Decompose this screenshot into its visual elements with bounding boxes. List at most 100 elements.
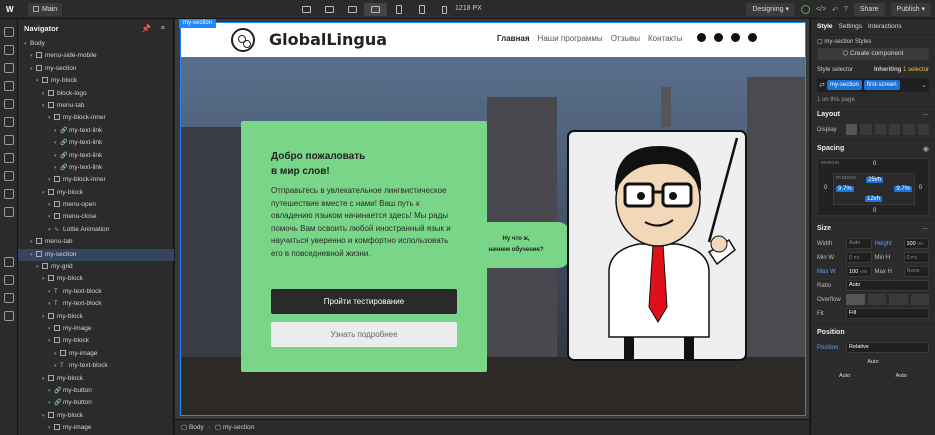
max-width-input[interactable]: 100 VW (846, 266, 872, 277)
padding-bottom-value[interactable]: 12vh (865, 196, 883, 202)
height-unit[interactable]: VH (917, 241, 923, 246)
overflow-visible-icon[interactable] (846, 294, 865, 305)
navigator-item[interactable]: ▾ menu-tab (18, 100, 174, 112)
navigator-item[interactable]: ▾ 🔗 my-button (18, 397, 174, 409)
telegram-icon[interactable] (697, 33, 706, 42)
position-section-title[interactable]: Position (811, 324, 935, 340)
navigator-item[interactable]: ▾ my-block-inner (18, 112, 174, 124)
spacing-section-title[interactable]: Spacing ◉ (811, 140, 935, 156)
code-icon[interactable]: </> (816, 6, 826, 13)
navigator-item[interactable]: ▾ my-image (18, 323, 174, 335)
more-icon[interactable]: ⋯ (922, 111, 929, 119)
navigator-item[interactable]: ▾ my-block (18, 75, 174, 87)
navigator-item[interactable]: ▾ my-block (18, 187, 174, 199)
navigator-item[interactable]: ▾ menu-close (18, 211, 174, 223)
navigator-item[interactable]: ▾ 🔗 my-text-link (18, 162, 174, 174)
margin-top-value[interactable]: 0 (873, 161, 876, 167)
close-icon[interactable]: × (161, 23, 165, 32)
publish-button[interactable]: Publish ▾ (890, 3, 931, 16)
navigator-item[interactable]: ▾ my-image (18, 422, 174, 434)
navigator-item[interactable]: ▾ 🔗 my-text-link (18, 150, 174, 162)
min-height-input[interactable]: 0 PX (903, 252, 929, 263)
pin-icon[interactable]: 📌 (142, 24, 151, 33)
users-icon[interactable] (3, 171, 14, 181)
overflow-auto-icon[interactable] (910, 294, 929, 305)
navigator-item[interactable]: ▾ my-section (18, 63, 174, 75)
class-chip[interactable]: first-screen (863, 80, 900, 90)
tab-style[interactable]: Style (817, 23, 833, 30)
offset-right-value[interactable]: Auto (896, 373, 907, 379)
variables-icon[interactable] (3, 99, 14, 109)
display-inline-icon[interactable] (903, 124, 915, 135)
navigator-item[interactable]: ▾ my-grid (18, 261, 174, 273)
navigator-item[interactable]: ▾ my-block-inner (18, 174, 174, 186)
layout-section-title[interactable]: Layout ⋯ (811, 106, 935, 122)
spacing-toggle-icon[interactable]: ◉ (923, 145, 929, 153)
search-icon[interactable] (3, 293, 14, 303)
site-nav-link[interactable]: Контакты (648, 34, 683, 43)
breakpoint-desktop-icon[interactable] (318, 3, 341, 16)
navigator-item[interactable]: ▾ 🔗 my-text-link (18, 125, 174, 137)
site-nav-link[interactable]: Главная (497, 34, 530, 43)
padding-right-value[interactable]: 9.7% (894, 186, 912, 192)
breakpoint-tablet-icon[interactable] (387, 3, 410, 16)
navigator-item[interactable]: ▾ Tmy-text-block (18, 360, 174, 372)
tab-interactions[interactable]: Interactions (868, 23, 902, 30)
navigator-item[interactable]: ▾ my-image (18, 348, 174, 360)
display-grid-icon[interactable] (874, 124, 886, 135)
min-width-input[interactable]: 0 PX (846, 252, 872, 263)
navigator-item[interactable]: ▾ my-block (18, 373, 174, 385)
breakpoint-base-icon[interactable] (364, 3, 387, 16)
designing-mode-dropdown[interactable]: Designing ▾ (746, 3, 795, 16)
navigator-item[interactable]: ▾ 🔗 my-button (18, 385, 174, 397)
display-flex-icon[interactable] (860, 124, 872, 135)
share-button[interactable]: Share (853, 3, 885, 16)
display-block-icon[interactable] (846, 124, 858, 135)
navigator-item[interactable]: ▾ Body (18, 38, 174, 50)
create-component-button[interactable]: ⬡ Create component (817, 48, 929, 60)
navigator-item[interactable]: ▾ Tmy-text-block (18, 298, 174, 310)
vk-icon[interactable] (748, 33, 757, 42)
inheriting-count[interactable]: 1 selector (903, 67, 929, 73)
breakpoint-mobile-icon[interactable] (433, 3, 456, 16)
breakpoint-mobile-landscape-icon[interactable] (410, 3, 433, 16)
twitter-icon[interactable] (731, 33, 740, 42)
tab-settings[interactable]: Settings (839, 23, 863, 30)
breadcrumb-item[interactable]: ▢ Body (181, 420, 204, 435)
navigator-item[interactable]: ▾ my-section (18, 248, 174, 262)
padding-left-value[interactable]: 9.7% (836, 186, 854, 192)
undo-icon[interactable]: ↶ (832, 6, 838, 14)
min-height-unit[interactable]: PX (911, 255, 917, 260)
assets-icon[interactable] (3, 135, 14, 145)
take-test-button[interactable]: Пройти тестирование (271, 289, 457, 314)
site-preview[interactable]: GlobalLingua Главная Наши программы Отзы… (180, 22, 806, 416)
style-selector-input[interactable]: ⇄ my-section first-screen ⌄ (817, 78, 929, 92)
margin-bottom-value[interactable]: 0 (873, 208, 876, 214)
learn-more-button[interactable]: Узнать подробнее (271, 322, 457, 347)
help-icon[interactable]: ? (844, 6, 848, 13)
breadcrumb-item[interactable]: ▢ my-section (215, 420, 254, 435)
display-none-icon[interactable] (917, 124, 929, 135)
components-icon[interactable] (3, 81, 14, 91)
class-chip[interactable]: my-section (826, 80, 862, 90)
margin-left-value[interactable]: 0 (824, 185, 827, 191)
cms-icon[interactable] (3, 153, 14, 163)
ratio-select[interactable]: Auto (846, 280, 929, 291)
navigator-item[interactable]: ▾ my-block (18, 311, 174, 323)
navigator-item[interactable]: ▾ ∿ Lottie Animation (18, 224, 174, 236)
navigator-item[interactable]: ▾ menu-side-mobile (18, 50, 174, 62)
navigator-item[interactable]: ▾ menu-open (18, 199, 174, 211)
offset-left-value[interactable]: Auto (839, 373, 850, 379)
navigator-item[interactable]: ▾ my-block (18, 410, 174, 422)
styles-icon[interactable] (3, 117, 14, 127)
site-brand[interactable]: GlobalLingua (269, 30, 387, 49)
site-logo-icon[interactable] (231, 28, 255, 52)
navigator-icon[interactable] (3, 63, 14, 73)
video-help-icon[interactable] (3, 311, 14, 321)
navigator-item[interactable]: ▾ block-logo (18, 88, 174, 100)
webflow-logo-icon[interactable]: W (6, 5, 16, 14)
max-width-unit[interactable]: VW (860, 269, 867, 274)
site-nav-link[interactable]: Отзывы (611, 34, 640, 43)
height-input[interactable]: 100 VH (903, 238, 929, 249)
apps-icon[interactable] (3, 207, 14, 217)
